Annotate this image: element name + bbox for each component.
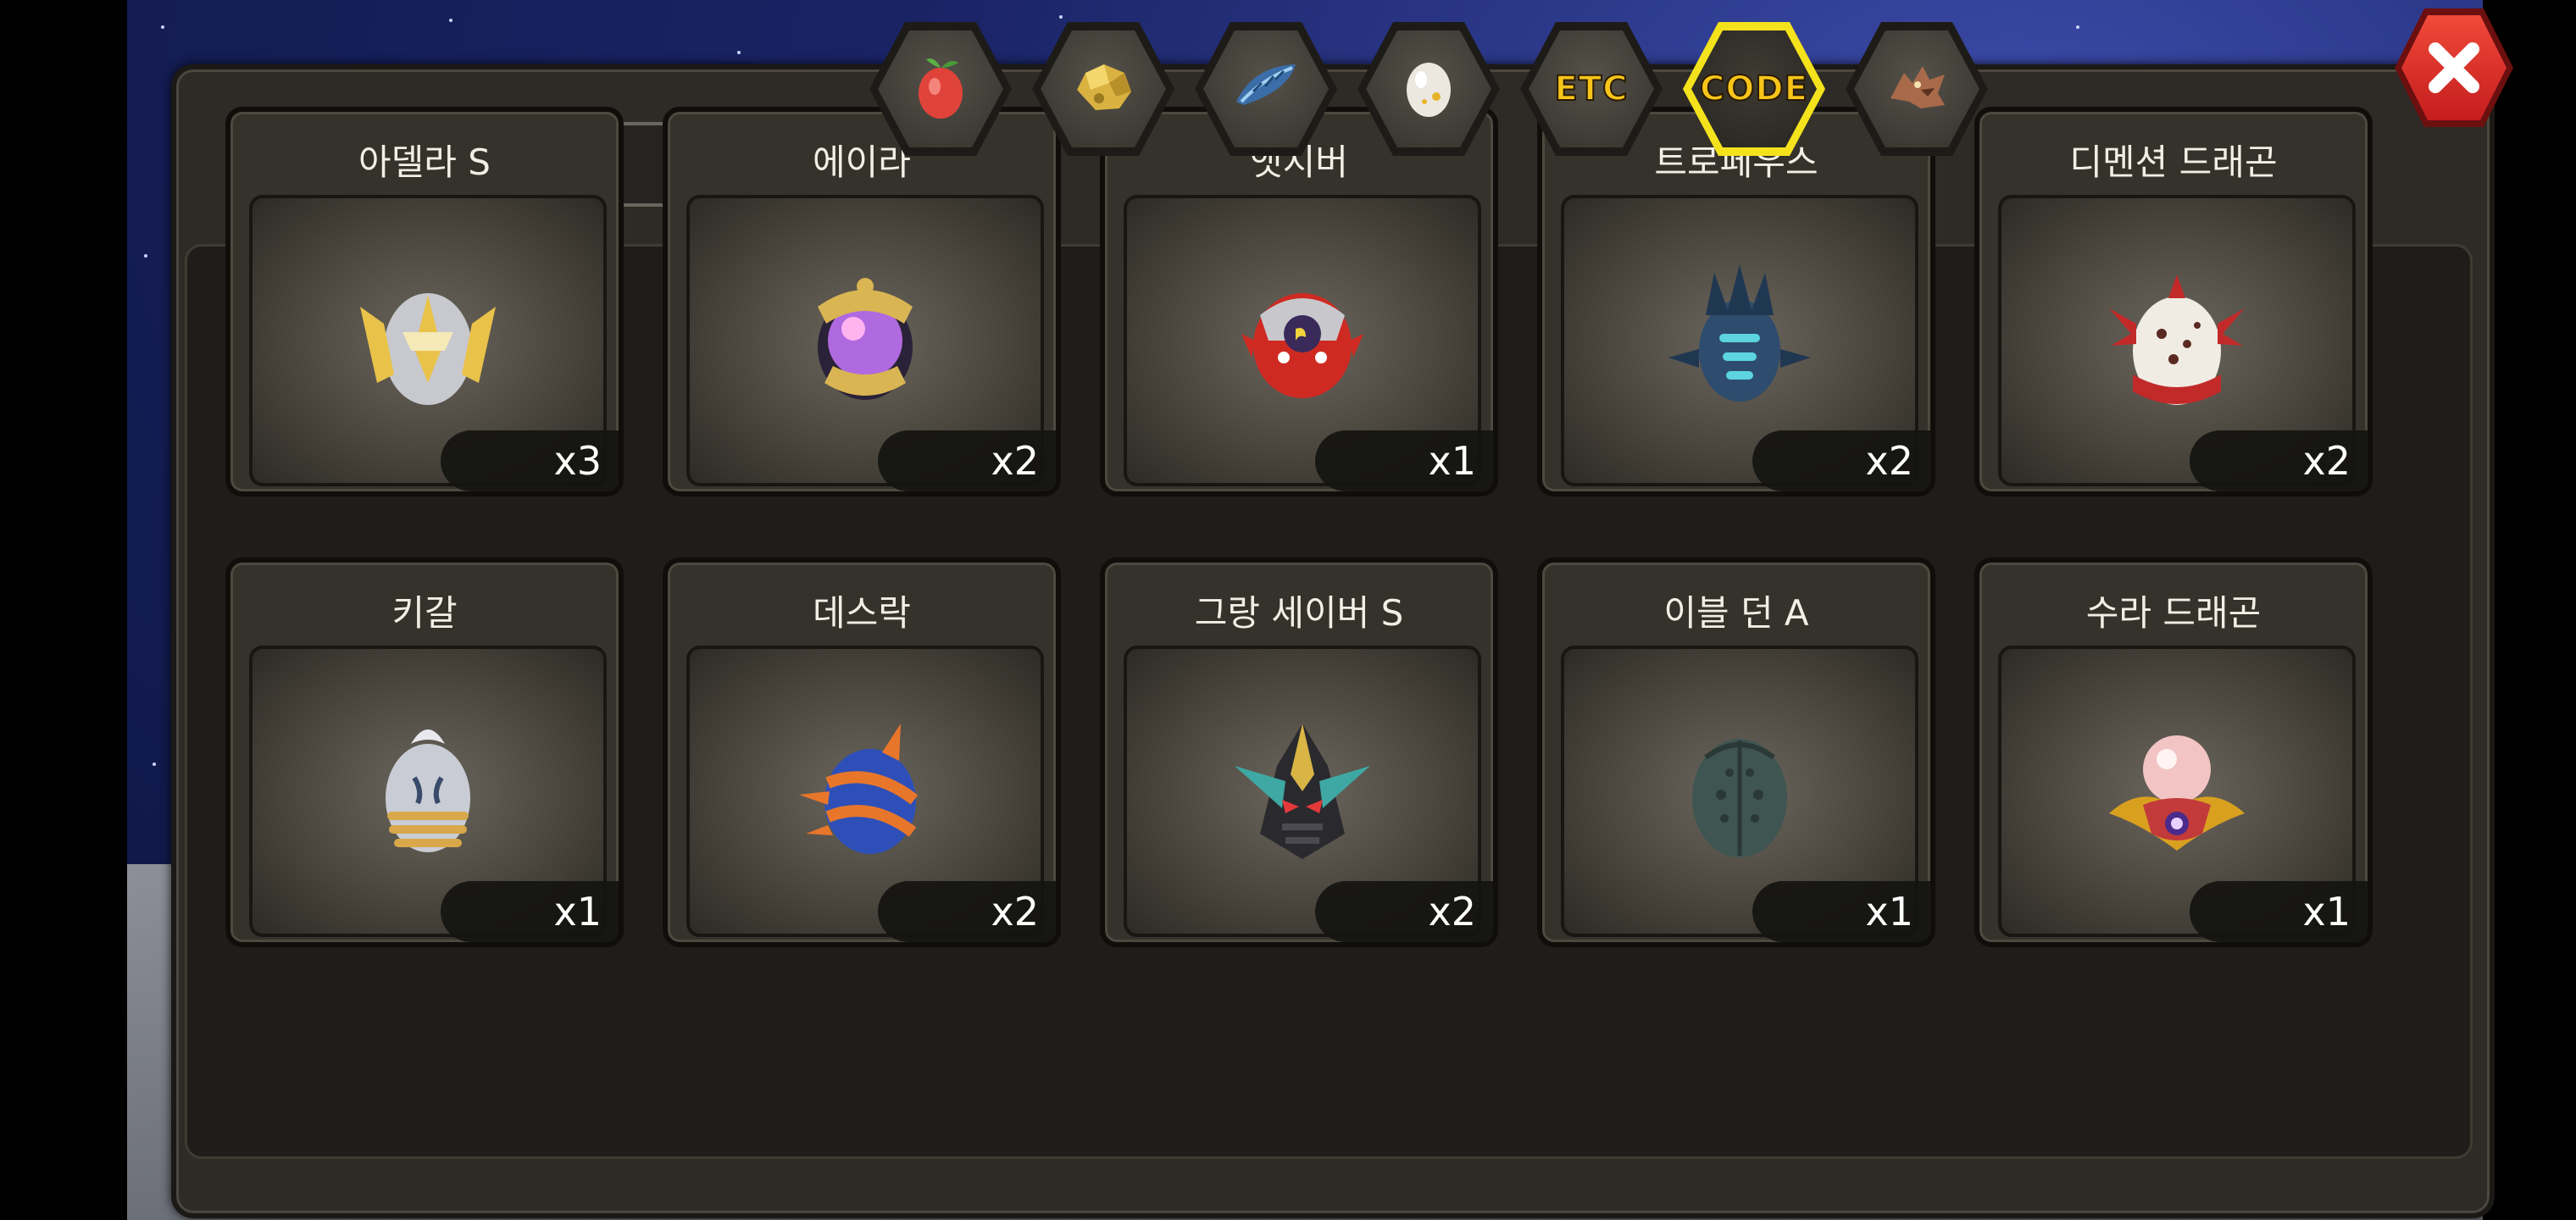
- item-card[interactable]: 이블 던 A x1: [1537, 557, 1935, 947]
- item-quantity: x3: [441, 430, 619, 491]
- star: [161, 25, 164, 29]
- fruit-icon: [902, 49, 979, 129]
- item-card[interactable]: 데스락 x2: [663, 557, 1061, 947]
- item-name: 키갈: [391, 592, 458, 634]
- item-quantity: x2: [1315, 881, 1493, 942]
- tab-egg[interactable]: [1352, 17, 1505, 161]
- tab-feather[interactable]: [1190, 17, 1342, 161]
- dragon-head-icon: [1879, 49, 1955, 129]
- close-button[interactable]: [2395, 8, 2513, 127]
- item-grid: 아델라 S x3 에이라 x2 앳지버 x1 트로페우스 x2 디멘션 드래곤 x2 키갈 x1 데스락…: [225, 107, 2451, 996]
- item-name: 수라 드래곤: [2085, 592, 2262, 634]
- item-quantity: x1: [1315, 430, 1493, 491]
- item-quantity: x2: [878, 430, 1056, 491]
- item-card[interactable]: 수라 드래곤 x1: [1974, 557, 2373, 947]
- tab-etc[interactable]: ETC: [1515, 17, 1668, 161]
- item-name: 이블 던 A: [1663, 592, 1809, 634]
- item-quantity: x2: [2190, 430, 2368, 491]
- close-icon: [2429, 42, 2479, 93]
- item-quantity: x1: [1752, 881, 1930, 942]
- tab-label: ETC: [1554, 69, 1629, 109]
- item-quantity: x1: [2190, 881, 2368, 942]
- item-card[interactable]: 아델라 S x3: [225, 107, 624, 496]
- egg-icon: [1391, 49, 1467, 129]
- star: [449, 19, 452, 22]
- inventory-panel: 아델라 S x3 에이라x2앳지버x1트로페우스x2 디멘션 드래곤 x2 키갈 x1 데스락…: [171, 64, 2495, 1218]
- item-card[interactable]: 디멘션 드래곤 x2: [1974, 107, 2373, 496]
- tab-dragon[interactable]: [1840, 17, 1993, 161]
- item-card[interactable]: 앳지버 x1: [1100, 107, 1498, 496]
- item-name: 디멘션 드래곤: [2069, 141, 2278, 183]
- item-quantity: x2: [878, 881, 1056, 942]
- item-card[interactable]: 그랑 세이버 S x2: [1100, 557, 1498, 947]
- star: [2076, 25, 2079, 29]
- tab-label: CODE: [1699, 69, 1808, 109]
- category-tabs: ETC CODE: [864, 17, 1993, 161]
- tab-fruit[interactable]: [864, 17, 1017, 161]
- gold-nugget-icon: [1065, 49, 1141, 129]
- tab-code[interactable]: CODE: [1678, 17, 1830, 161]
- star: [144, 254, 147, 258]
- item-card[interactable]: 에이라 x2: [663, 107, 1061, 496]
- item-name: 아델라 S: [358, 141, 491, 183]
- item-quantity: x2: [1752, 430, 1930, 491]
- item-name: 데스락: [813, 592, 911, 634]
- item-card[interactable]: 키갈 x1: [225, 557, 624, 947]
- item-quantity: x1: [441, 881, 619, 942]
- blue-feather-icon: [1228, 49, 1304, 129]
- star: [737, 51, 741, 54]
- item-name: 그랑 세이버 S: [1194, 592, 1404, 634]
- star: [153, 762, 156, 766]
- item-card[interactable]: 트로페우스 x2: [1537, 107, 1935, 496]
- tab-gold[interactable]: [1027, 17, 1180, 161]
